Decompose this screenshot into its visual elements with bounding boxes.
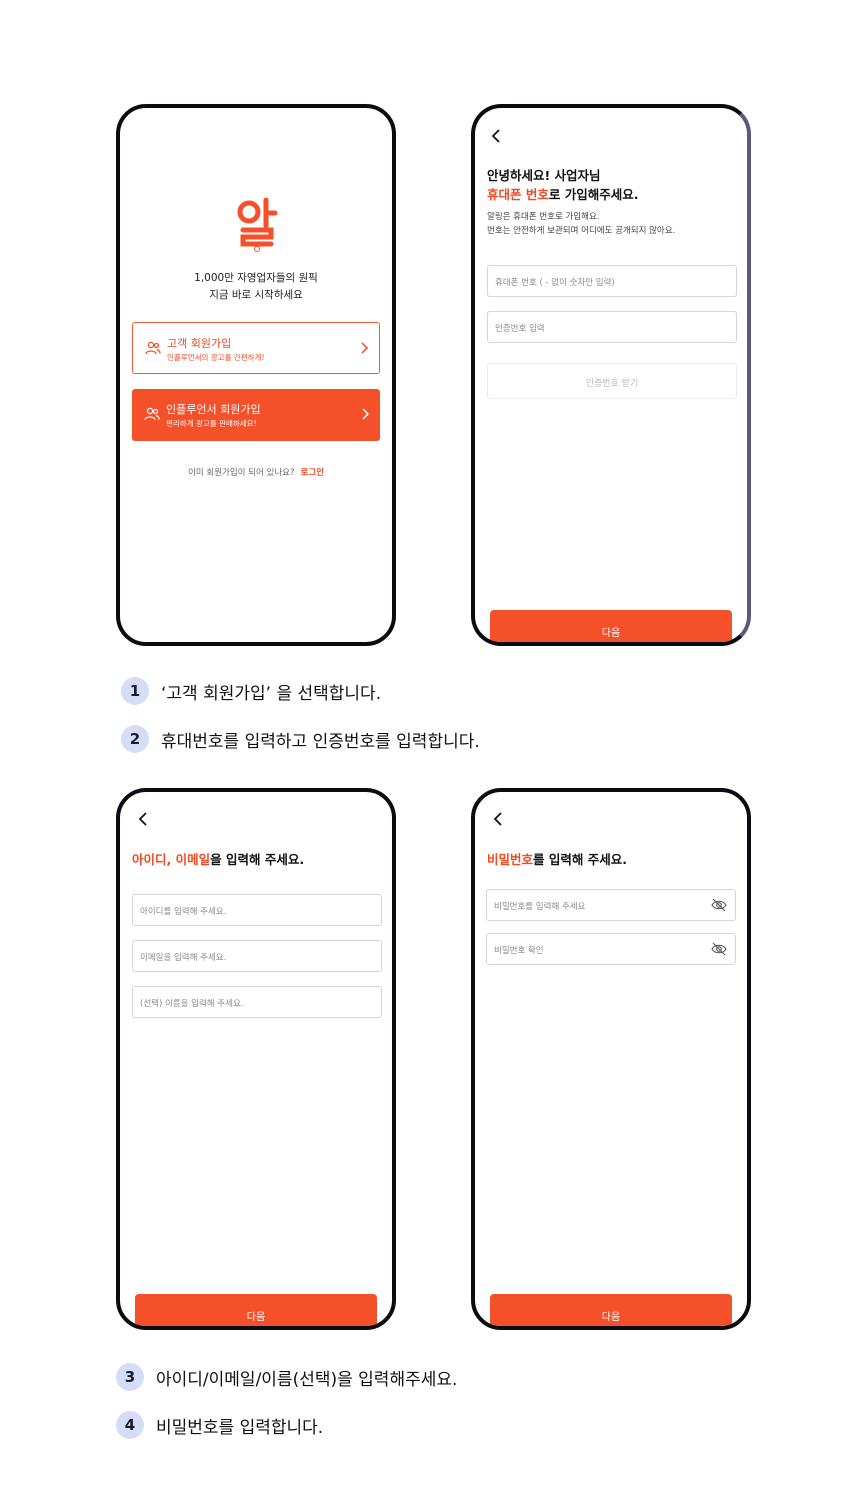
next-button[interactable]: 다음 [490,610,732,642]
verification-code-placeholder: 인증번호 입력 [495,324,545,334]
name-placeholder: (선택) 이름을 입력해 주세요. [140,999,244,1009]
password-confirm-placeholder: 비밀번호 확인 [494,946,544,956]
step-1: 1 ‘고객 회원가입’ 을 선택합니다. [121,676,381,706]
step-number-badge: 3 [116,1363,144,1391]
step-text: 휴대번호를 입력하고 인증번호를 입력합니다. [161,731,480,752]
description-line-2: 번호는 안전하게 보관되며 어디에도 공개되지 않아요. [487,226,676,236]
influencer-signup-button[interactable]: 인플루언서 회원가입 편리하게 광고를 판매하세요! [132,389,380,441]
phone-number-input[interactable]: 휴대폰 번호 ( - 없이 숫자만 입력) [487,265,737,297]
step-number-badge: 2 [121,725,149,753]
password-placeholder: 비밀번호를 입력해 주세요 [494,902,586,912]
phone-number-placeholder: 휴대폰 번호 ( - 없이 숫자만 입력) [495,278,615,288]
login-prompt-row: 이미 회원가입이 되어 있나요? 로그인 [120,466,392,478]
get-code-button[interactable]: 인증번호 받기 [487,363,737,399]
eye-off-icon[interactable] [711,942,727,956]
step-4: 4 비밀번호를 입력합니다. [116,1410,323,1440]
password-input[interactable]: 비밀번호를 입력해 주세요 [486,889,736,921]
heading-rest: 을 입력해 주세요. [210,852,305,867]
get-code-label: 인증번호 받기 [585,379,639,389]
chevron-right-icon [362,408,370,420]
users-icon [145,341,161,355]
user-id-placeholder: 아이디를 입력해 주세요. [140,907,227,917]
phone-screen-signup-choice: 1,000만 자영업자들의 원픽 지금 바로 시작하세요 고객 회원가입 인플루… [116,104,396,646]
heading-rest: 를 입력해 주세요. [533,852,627,867]
heading-accent: 휴대폰 번호 [487,187,549,202]
id-email-heading: 아이디, 이메일을 입력해 주세요. [132,850,304,869]
verification-description: 알링은 휴대폰 번호로 가입해요. 번호는 안전하게 보관되며 어디에도 공개되… [487,210,675,238]
customer-signup-button[interactable]: 고객 회원가입 인플루언서의 광고를 간편하게! [132,322,380,374]
tagline-line-1: 1,000만 자영업자들의 원픽 [194,272,318,284]
back-arrow-icon[interactable] [487,807,511,831]
verification-code-input[interactable]: 인증번호 입력 [487,311,737,343]
back-arrow-icon[interactable] [485,124,509,148]
heading-accent: 비밀번호 [487,852,534,867]
influencer-signup-title: 인플루언서 회원가입 [166,403,261,416]
heading-rest: 로 가입해주세요. [548,187,639,202]
app-logo-icon [237,197,278,252]
user-id-input[interactable]: 아이디를 입력해 주세요. [132,894,382,926]
step-number-badge: 4 [116,1411,144,1439]
email-placeholder: 이메일을 입력해 주세요. [140,953,227,963]
name-input[interactable]: (선택) 이름을 입력해 주세요. [132,986,382,1018]
login-link[interactable]: 로그인 [301,468,324,478]
phone-screen-phone-verification: 안녕하세요! 사업자님 휴대폰 번호로 가입해주세요. 알링은 휴대폰 번호로 … [471,104,751,646]
next-button[interactable]: 다음 [490,1294,732,1326]
customer-signup-title: 고객 회원가입 [167,337,232,350]
phone-screen-id-email: 아이디, 이메일을 입력해 주세요. 아이디를 입력해 주세요. 이메일을 입력… [116,788,396,1330]
verification-heading: 안녕하세요! 사업자님 휴대폰 번호로 가입해주세요. [487,166,638,204]
greeting-text: 안녕하세요! 사업자님 [487,168,601,183]
step-text: ‘고객 회원가입’ 을 선택합니다. [161,683,382,704]
step-text: 비밀번호를 입력합니다. [156,1417,324,1438]
users-icon [144,407,160,421]
step-2: 2 휴대번호를 입력하고 인증번호를 입력합니다. [121,724,480,754]
step-text: 아이디/이메일/이름(선택)을 입력해주세요. [156,1369,458,1390]
login-prompt-text: 이미 회원가입이 되어 있나요? [188,468,295,478]
step-number-badge: 1 [121,677,149,705]
tagline-line-2: 지금 바로 시작하세요 [209,289,303,301]
password-heading: 비밀번호를 입력해 주세요. [487,850,627,869]
phone-screen-password: 비밀번호를 입력해 주세요. 비밀번호를 입력해 주세요 비밀번호 확인 다음 [471,788,751,1330]
eye-off-icon[interactable] [711,898,727,912]
chevron-right-icon [361,342,369,354]
description-line-1: 알링은 휴대폰 번호로 가입해요. [487,212,600,222]
influencer-signup-subtitle: 편리하게 광고를 판매하세요! [166,419,257,428]
email-input[interactable]: 이메일을 입력해 주세요. [132,940,382,972]
heading-accent: 아이디, 이메일 [132,852,211,867]
next-button[interactable]: 다음 [135,1294,377,1326]
password-confirm-input[interactable]: 비밀번호 확인 [486,933,736,965]
customer-signup-subtitle: 인플루언서의 광고를 간편하게! [167,353,265,362]
step-3: 3 아이디/이메일/이름(선택)을 입력해주세요. [116,1362,457,1392]
back-arrow-icon[interactable] [132,807,156,831]
